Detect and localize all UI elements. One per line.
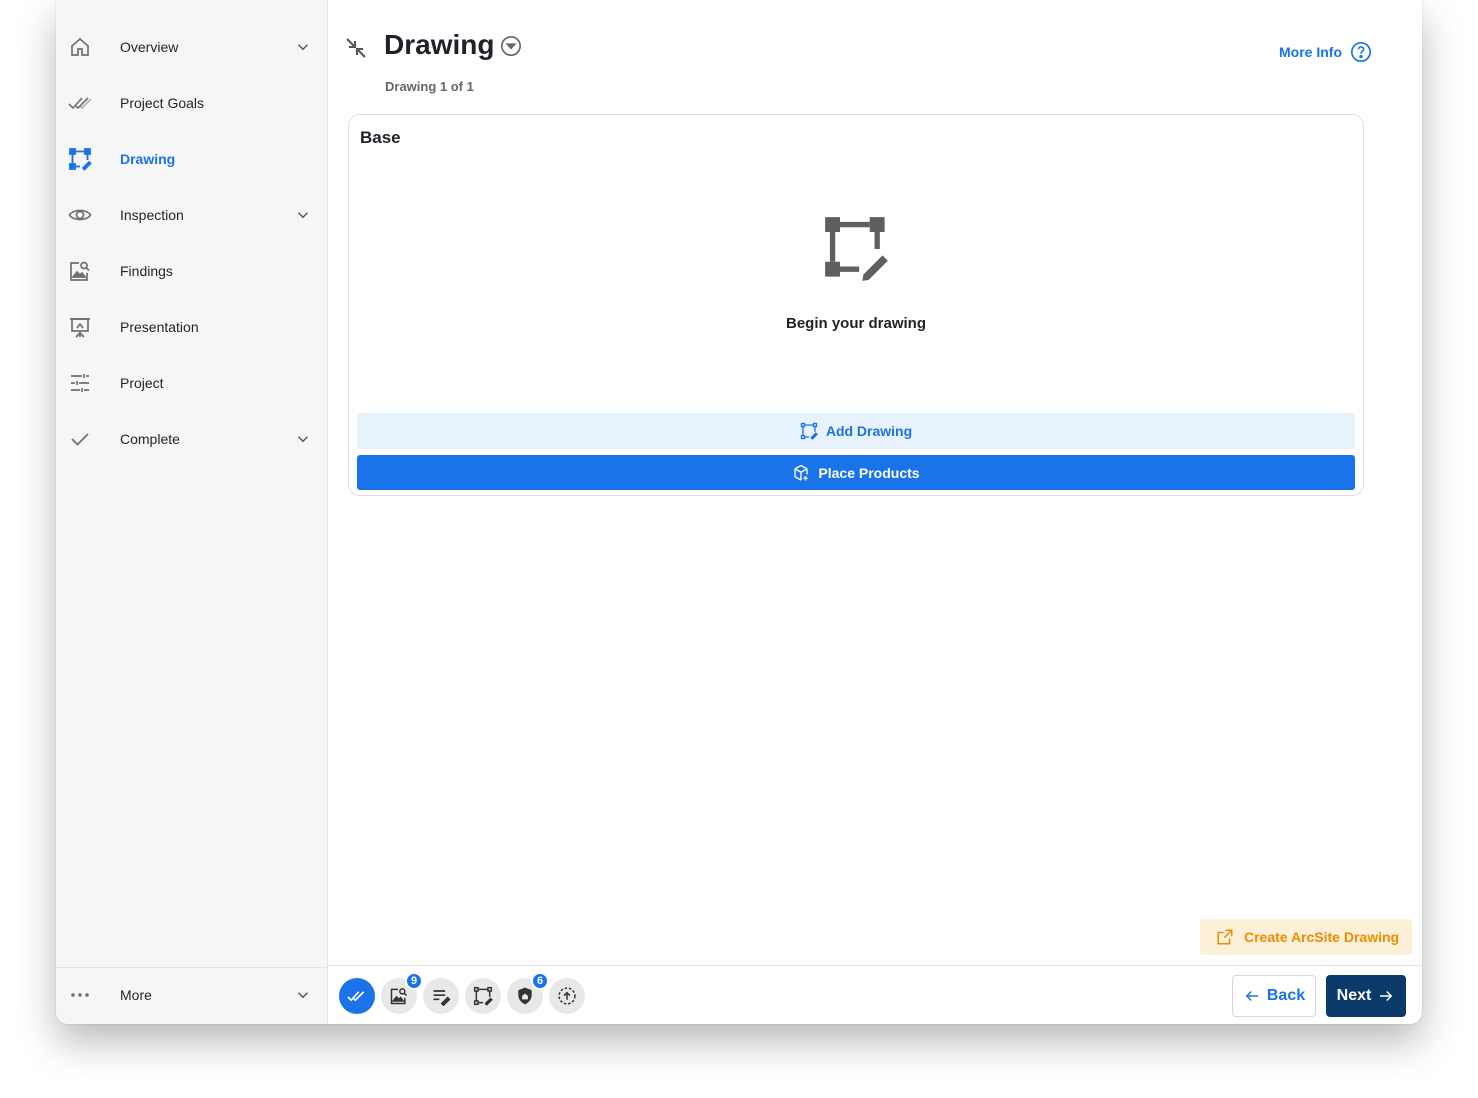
page-title: Drawing xyxy=(384,29,495,60)
sidebar-item-label: More xyxy=(120,987,152,1003)
page-subtitle: Drawing 1 of 1 xyxy=(385,79,474,94)
notes-edit-icon xyxy=(433,990,451,1006)
more-dots-icon xyxy=(68,983,92,1007)
sync-upload-icon xyxy=(558,987,576,1005)
place-products-label: Place Products xyxy=(818,464,920,481)
card-title: Base xyxy=(360,128,401,147)
sidebar-item-label: Project Goals xyxy=(120,95,205,111)
sidebar-item-project[interactable]: Project xyxy=(56,355,327,411)
place-products-button[interactable]: Place Products xyxy=(357,455,1355,490)
back-label: Back xyxy=(1266,987,1306,1004)
sliders-icon xyxy=(68,371,92,395)
sidebar-item-presentation[interactable]: Presentation xyxy=(56,299,327,355)
empty-state-text: Begin your drawing xyxy=(785,315,926,332)
drawing-icon xyxy=(473,986,493,1006)
sidebar-item-label: Inspection xyxy=(120,207,184,223)
drawing-tool-button[interactable] xyxy=(465,978,501,1014)
drawing-icon xyxy=(68,147,92,171)
sidebar-item-label: Project xyxy=(120,375,164,391)
sidebar-item-findings[interactable]: Findings xyxy=(56,243,327,299)
drawing-card: Base Begin your drawing Add Drawing Plac… xyxy=(348,114,1364,496)
home-icon xyxy=(68,35,92,59)
box-plus-icon xyxy=(794,464,809,481)
count-badge: 6 xyxy=(531,972,549,990)
drawing-icon xyxy=(800,422,818,440)
create-arcsite-drawing-button[interactable]: Create ArcSite Drawing xyxy=(1200,919,1412,955)
image-search-icon xyxy=(68,259,92,283)
next-label: Next xyxy=(1336,987,1372,1004)
create-arcsite-drawing-label: Create ArcSite Drawing xyxy=(1244,929,1400,945)
sidebar-item-label: Presentation xyxy=(120,319,199,335)
sidebar-item-inspection[interactable]: Inspection xyxy=(56,187,327,243)
sidebar-item-label: Drawing xyxy=(120,151,176,167)
help-circle-icon xyxy=(1351,42,1371,62)
double-check-icon xyxy=(68,91,92,115)
sidebar-item-project-goals[interactable]: Project Goals xyxy=(56,75,327,131)
sidebar: Overview Project Goals Drawing Inspectio… xyxy=(56,0,328,1024)
back-button[interactable]: Back xyxy=(1232,975,1316,1017)
inspection-tool-button[interactable]: 6 xyxy=(507,972,549,1014)
chevron-down-icon[interactable] xyxy=(294,430,312,448)
notes-tool-button[interactable] xyxy=(423,978,459,1014)
arrow-right-icon xyxy=(1380,990,1393,1002)
app-window: Overview Project Goals Drawing Inspectio… xyxy=(56,0,1422,1024)
image-search-icon xyxy=(390,988,408,1005)
findings-tool-button[interactable]: 9 xyxy=(381,972,423,1014)
main-content: Drawing Drawing 1 of 1 More Info Base Be… xyxy=(328,0,1422,1024)
count-badge: 9 xyxy=(405,972,423,990)
more-info-label: More Info xyxy=(1279,44,1342,60)
sidebar-item-overview[interactable]: Overview xyxy=(56,19,327,75)
double-check-icon xyxy=(347,991,365,1002)
check-icon xyxy=(68,427,92,451)
bottom-toolbar: 9 6 Back Next xyxy=(328,965,1422,1024)
sync-tool-button[interactable] xyxy=(549,978,585,1014)
shield-home-icon xyxy=(518,987,532,1005)
sidebar-item-drawing[interactable]: Drawing xyxy=(56,131,327,187)
add-drawing-label: Add Drawing xyxy=(825,423,913,439)
sidebar-item-complete[interactable]: Complete xyxy=(56,411,327,467)
arrow-left-icon xyxy=(1245,990,1258,1002)
next-button[interactable]: Next xyxy=(1326,975,1406,1017)
more-info-link[interactable]: More Info xyxy=(1279,41,1372,63)
eye-icon xyxy=(68,203,92,227)
goals-tool-button[interactable] xyxy=(339,978,375,1014)
collapse-arrows-icon[interactable] xyxy=(344,36,368,60)
chevron-down-icon[interactable] xyxy=(294,986,312,1004)
sidebar-item-more[interactable]: More xyxy=(56,967,327,1023)
drawing-icon xyxy=(825,217,888,281)
external-link-icon xyxy=(1217,929,1233,945)
chevron-down-icon[interactable] xyxy=(294,206,312,224)
sidebar-item-label: Overview xyxy=(120,39,179,55)
presentation-icon xyxy=(68,315,92,339)
sidebar-item-label: Findings xyxy=(120,263,173,279)
chevron-circle-down-icon[interactable] xyxy=(500,35,522,57)
chevron-down-icon[interactable] xyxy=(294,38,312,56)
sidebar-item-label: Complete xyxy=(120,431,180,447)
add-drawing-button[interactable]: Add Drawing xyxy=(357,413,1355,449)
